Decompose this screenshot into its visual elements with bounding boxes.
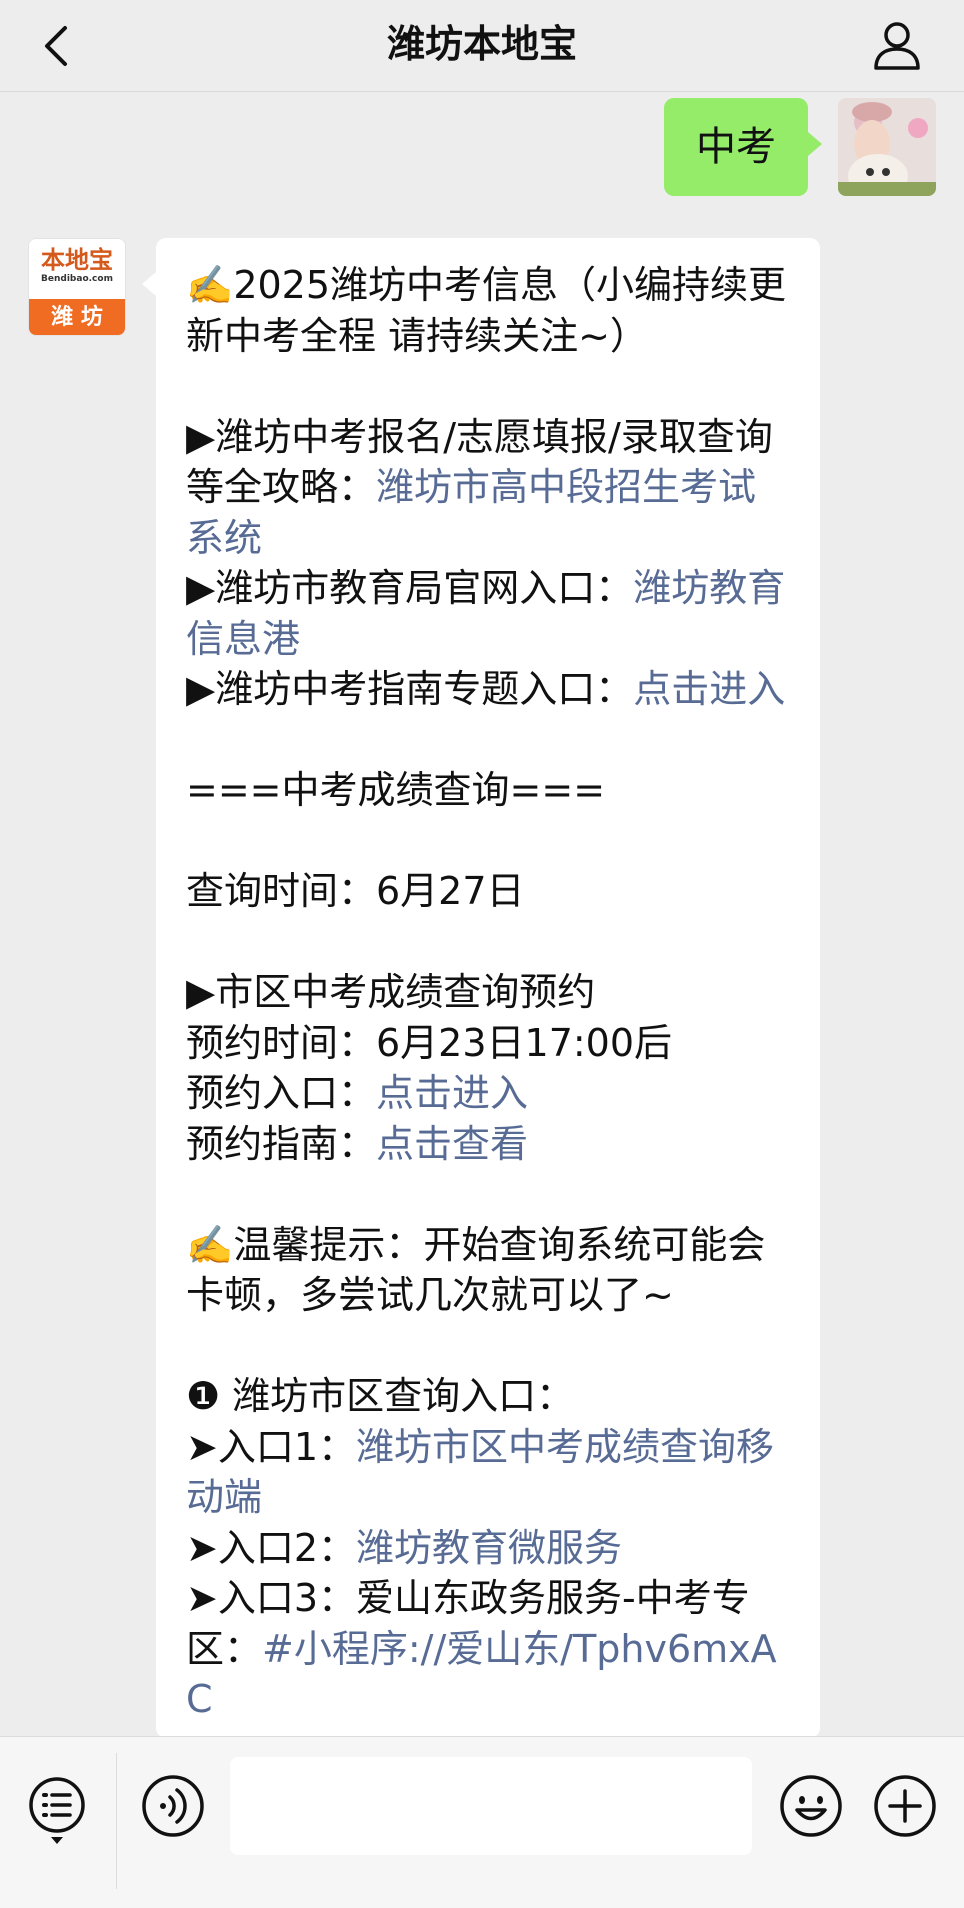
guide-entry-link[interactable]: 点击进入 bbox=[633, 667, 785, 711]
account-logo[interactable]: 本地宝 Bendibao.com 潍 坊 bbox=[28, 238, 126, 336]
input-bar bbox=[0, 1736, 964, 1908]
tip-text: ✍️温馨提示：开始查询系统可能会卡顿，多尝试几次就可以了~ bbox=[186, 1222, 766, 1318]
plus-icon[interactable] bbox=[872, 1773, 938, 1839]
message-input[interactable] bbox=[230, 1757, 752, 1855]
message-intro: ✍️2025潍坊中考信息（小编持续更新中考全程 请持续关注~） bbox=[186, 263, 787, 358]
menu-icon[interactable] bbox=[24, 1775, 90, 1845]
reservation-time: 预约时间：6月23日17:00后 bbox=[186, 1020, 673, 1065]
message-bubble: ✍️2025潍坊中考信息（小编持续更新中考全程 请持续关注~） ▶潍坊中考报名/… bbox=[156, 238, 820, 1738]
reservation-guide-link[interactable]: 点击查看 bbox=[376, 1122, 528, 1166]
chat-title: 潍坊本地宝 bbox=[386, 22, 577, 66]
message-item: ▶潍坊中考报名/志愿填报/录取查询等全攻略：潍坊市高中段招生考试系统 bbox=[186, 412, 790, 564]
user-avatar[interactable] bbox=[838, 98, 936, 196]
query-time: 查询时间：6月27日 bbox=[186, 869, 525, 913]
message-item: ➤入口1：潍坊市区中考成绩查询移动端 bbox=[186, 1422, 790, 1523]
city-query-title: ❶ 潍坊市区查询入口： bbox=[186, 1374, 575, 1418]
entry3-link[interactable]: #小程序://爱山东/Tphv6mxAC bbox=[186, 1627, 777, 1722]
item-text: ➤入口1： bbox=[186, 1424, 357, 1469]
reservation-entry-link[interactable]: 点击进入 bbox=[376, 1071, 528, 1115]
bar-divider bbox=[116, 1753, 117, 1889]
item-text: ▶潍坊中考指南专题入口： bbox=[186, 667, 634, 711]
message-item: ➤入口2：潍坊教育微服务 bbox=[186, 1523, 790, 1574]
message-item: ▶潍坊中考指南专题入口：点击进入 bbox=[186, 664, 790, 715]
logo-text: 本地宝 bbox=[41, 245, 113, 274]
message-item: 预约指南：点击查看 bbox=[186, 1119, 790, 1170]
message-item: ➤入口3：爱山东政务服务-中考专区：#小程序://爱山东/Tphv6mxAC bbox=[186, 1573, 790, 1725]
item-text: 预约指南： bbox=[186, 1121, 377, 1166]
item-text: 预约入口： bbox=[186, 1071, 377, 1115]
message-bubble-arrow bbox=[142, 272, 156, 296]
item-text: ▶潍坊市教育局官网入口： bbox=[186, 566, 634, 610]
entry2-link[interactable]: 潍坊教育微服务 bbox=[356, 1526, 622, 1570]
logo-subtext: Bendibao.com bbox=[41, 274, 113, 284]
reservation-title: ▶市区中考成绩查询预约 bbox=[186, 970, 596, 1014]
voice-icon[interactable] bbox=[140, 1773, 206, 1839]
logo-city: 潍 坊 bbox=[29, 299, 125, 335]
user-message-bubble[interactable]: 中考 bbox=[664, 98, 822, 196]
message-item: ▶潍坊市教育局官网入口：潍坊教育信息港 bbox=[186, 563, 790, 664]
item-text: ➤入口2： bbox=[186, 1525, 357, 1570]
emoji-icon[interactable] bbox=[778, 1773, 844, 1839]
chat-header: 潍坊本地宝 bbox=[0, 0, 964, 92]
user-message-row: 中考 bbox=[664, 98, 936, 198]
section-title: ===中考成绩查询=== bbox=[186, 768, 606, 812]
message-item: 预约入口：点击进入 bbox=[186, 1068, 790, 1119]
person-icon[interactable] bbox=[870, 18, 924, 72]
